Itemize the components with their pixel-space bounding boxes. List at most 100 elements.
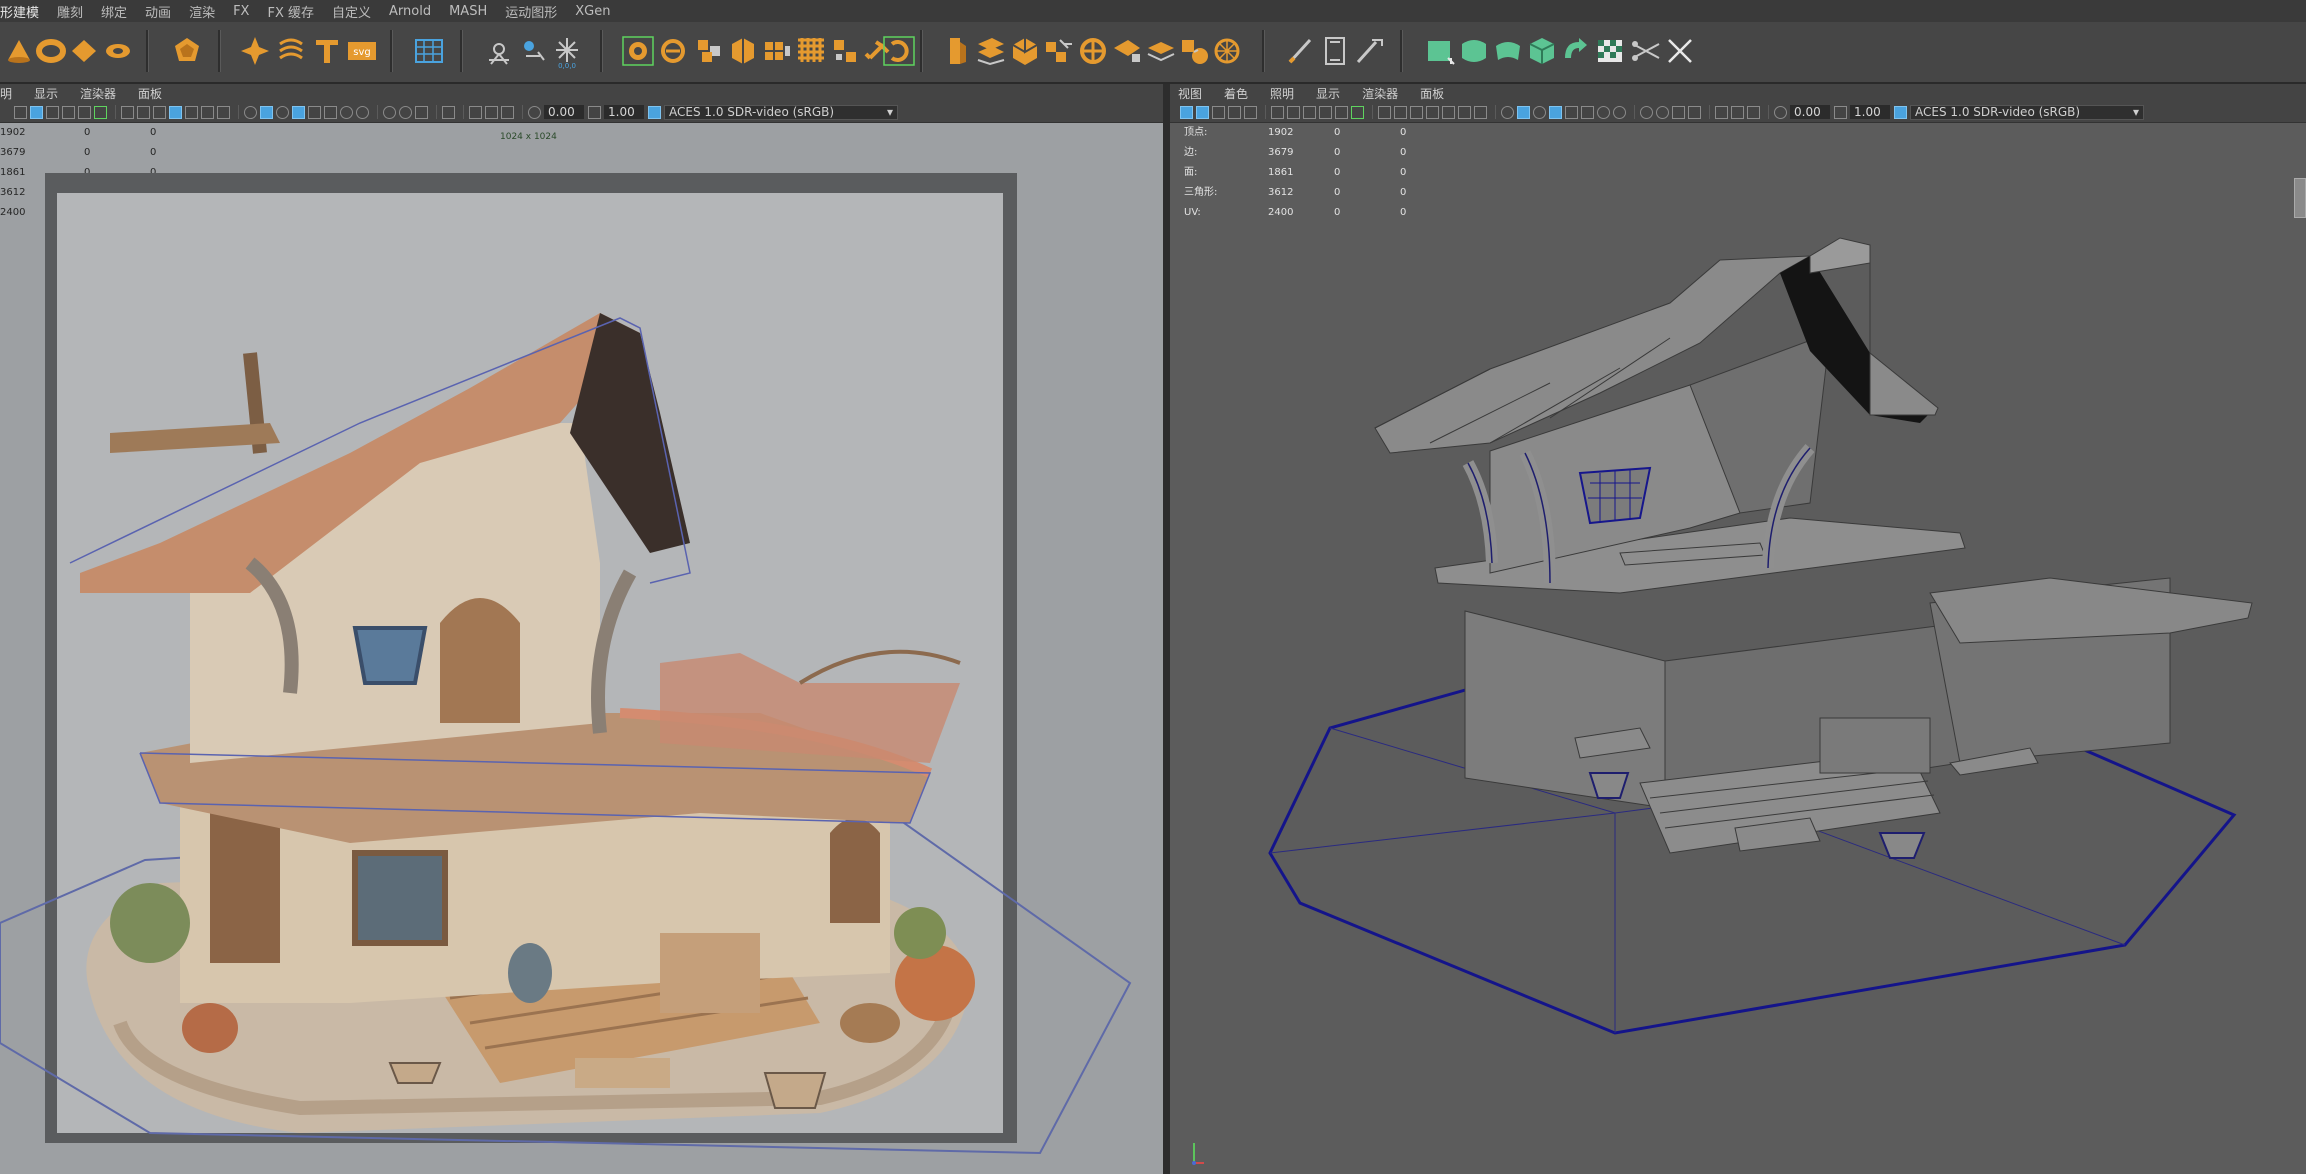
bookmark-icon[interactable]	[46, 105, 59, 119]
gamma-icon[interactable]	[588, 105, 601, 119]
measure-icon[interactable]	[1318, 32, 1352, 70]
camera-icon[interactable]	[14, 105, 27, 119]
default-material-icon[interactable]	[276, 105, 289, 119]
make-live-icon[interactable]	[621, 32, 655, 70]
shelf-tab-motion-graphics[interactable]: 运动图形	[505, 2, 575, 21]
shelf-tab-mash[interactable]: MASH	[449, 4, 505, 19]
ambient-occlusion-icon[interactable]	[1613, 105, 1626, 119]
text-icon[interactable]	[310, 32, 344, 70]
wireframe-on-shaded-icon[interactable]	[1549, 105, 1562, 119]
viewcube-icon[interactable]	[2294, 178, 2306, 218]
uv-planar-icon[interactable]	[1423, 32, 1457, 70]
depth-of-field-icon[interactable]	[1672, 105, 1685, 119]
menu-renderer[interactable]: 渲染器	[80, 85, 116, 102]
separate-icon[interactable]	[692, 32, 726, 70]
camera-attributes-icon[interactable]	[30, 105, 43, 119]
uv-sew-icon[interactable]	[1210, 32, 1244, 70]
depth-of-field-icon[interactable]	[415, 105, 428, 119]
exposure-field[interactable]: 0.00	[544, 105, 584, 119]
shelf-tab-animation[interactable]: 动画	[145, 2, 189, 21]
pivot-icon[interactable]	[482, 32, 516, 70]
wireframe-icon[interactable]	[244, 105, 257, 119]
anti-aliasing-icon[interactable]	[1656, 105, 1669, 119]
svg-icon[interactable]: svg	[345, 32, 379, 70]
poly-disc-icon[interactable]	[101, 32, 135, 70]
camera-attributes-icon[interactable]	[1196, 105, 1209, 119]
field-chart-icon[interactable]	[185, 105, 198, 119]
view-icon[interactable]	[1244, 105, 1257, 119]
combine-icon[interactable]	[656, 32, 690, 70]
extrude-icon[interactable]	[882, 32, 916, 70]
default-material-icon[interactable]	[1533, 105, 1546, 119]
multi-cut-icon[interactable]	[1076, 32, 1110, 70]
menu-lighting[interactable]: 照明	[1270, 85, 1294, 102]
append-polygon-icon[interactable]	[1042, 32, 1076, 70]
gate-mask-icon[interactable]	[1426, 105, 1439, 119]
insert-edge-loop-icon[interactable]	[1110, 32, 1144, 70]
uv-cylindrical-icon[interactable]	[1457, 32, 1491, 70]
anti-aliasing-icon[interactable]	[399, 105, 412, 119]
bevel-icon[interactable]	[974, 32, 1008, 70]
wireframe-on-shaded-icon[interactable]	[292, 105, 305, 119]
uv-spherical-icon[interactable]	[1491, 32, 1525, 70]
xray-joints-icon[interactable]	[485, 105, 498, 119]
shelf-tab-xgen[interactable]: XGen	[575, 4, 628, 19]
bridge-icon[interactable]	[940, 32, 974, 70]
uv-unfold-icon[interactable]	[1559, 32, 1593, 70]
backface-culling-icon[interactable]	[501, 105, 514, 119]
select-camera-icon[interactable]	[1180, 105, 1193, 119]
textured-icon[interactable]	[1565, 105, 1578, 119]
shelf-tab-custom[interactable]: 自定义	[332, 2, 389, 21]
color-space-select[interactable]: ACES 1.0 SDR-video (sRGB) ▾	[664, 104, 898, 120]
shadows-icon[interactable]	[340, 105, 353, 119]
motion-blur-icon[interactable]	[383, 105, 396, 119]
uv-cut-tool-icon[interactable]	[1629, 32, 1663, 70]
isolate-select-icon[interactable]	[442, 105, 455, 119]
image-plane-icon[interactable]	[1319, 105, 1332, 119]
menu-show[interactable]: 显示	[34, 85, 58, 102]
edit-tool-icon[interactable]	[1352, 32, 1386, 70]
2d-pan-zoom-icon[interactable]	[1351, 105, 1364, 119]
exposure-icon[interactable]	[1774, 105, 1787, 119]
target-weld-icon[interactable]	[1144, 32, 1178, 70]
shelf-tab-rigging[interactable]: 绑定	[101, 2, 145, 21]
3d-viewport[interactable]: 顶点: 1902 0 0 边: 3679 0 0 面: 1861 0 0 三角形: 3612 0 0 U…	[1170, 123, 2306, 1174]
xray-icon[interactable]	[469, 105, 482, 119]
grease-pencil-icon[interactable]	[78, 105, 91, 119]
xray-joints-icon[interactable]	[1731, 105, 1744, 119]
helix-icon[interactable]	[274, 32, 308, 70]
gamma-field[interactable]: 1.00	[1850, 105, 1890, 119]
lights-icon[interactable]	[1581, 105, 1594, 119]
image-plane-viewport[interactable]: 190200 367900 186100 361200 240000 1024 …	[0, 123, 1163, 1174]
film-gate-icon[interactable]	[137, 105, 150, 119]
shelf-tab-modeling[interactable]: 形建模	[0, 2, 57, 21]
shelf-tab-sculpting[interactable]: 雕刻	[57, 2, 101, 21]
xray-icon[interactable]	[1715, 105, 1728, 119]
backface-culling-icon[interactable]	[1747, 105, 1760, 119]
gamma-field[interactable]: 1.00	[604, 105, 644, 119]
safe-action-icon[interactable]	[1458, 105, 1471, 119]
uv-checker-icon[interactable]	[1593, 32, 1627, 70]
panel-divider[interactable]	[1163, 84, 1170, 1174]
lock-camera-icon[interactable]	[1287, 105, 1300, 119]
reset-transform-icon[interactable]: 0,0,0	[550, 32, 584, 70]
uv-cut-icon[interactable]	[1178, 32, 1212, 70]
bookmark-icon[interactable]	[1303, 105, 1316, 119]
image-plane-icon[interactable]	[62, 105, 75, 119]
textured-icon[interactable]	[308, 105, 321, 119]
exposure-field[interactable]: 0.00	[1790, 105, 1830, 119]
menu-shading[interactable]: 着色	[1224, 85, 1248, 102]
lights-icon[interactable]	[324, 105, 337, 119]
boolean-icon[interactable]	[794, 32, 828, 70]
fill-hole-icon[interactable]	[1008, 32, 1042, 70]
menu-show[interactable]: 显示	[1316, 85, 1340, 102]
smooth-shade-icon[interactable]	[260, 105, 273, 119]
menu-renderer[interactable]: 渲染器	[1362, 85, 1398, 102]
menu-panels[interactable]: 面板	[138, 85, 162, 102]
color-management-icon[interactable]	[648, 105, 661, 119]
shelf-tab-rendering[interactable]: 渲染	[189, 2, 233, 21]
2d-pan-zoom-icon[interactable]	[94, 105, 107, 119]
wireframe-icon[interactable]	[1501, 105, 1514, 119]
safe-action-icon[interactable]	[201, 105, 214, 119]
uv-auto-icon[interactable]	[1525, 32, 1559, 70]
